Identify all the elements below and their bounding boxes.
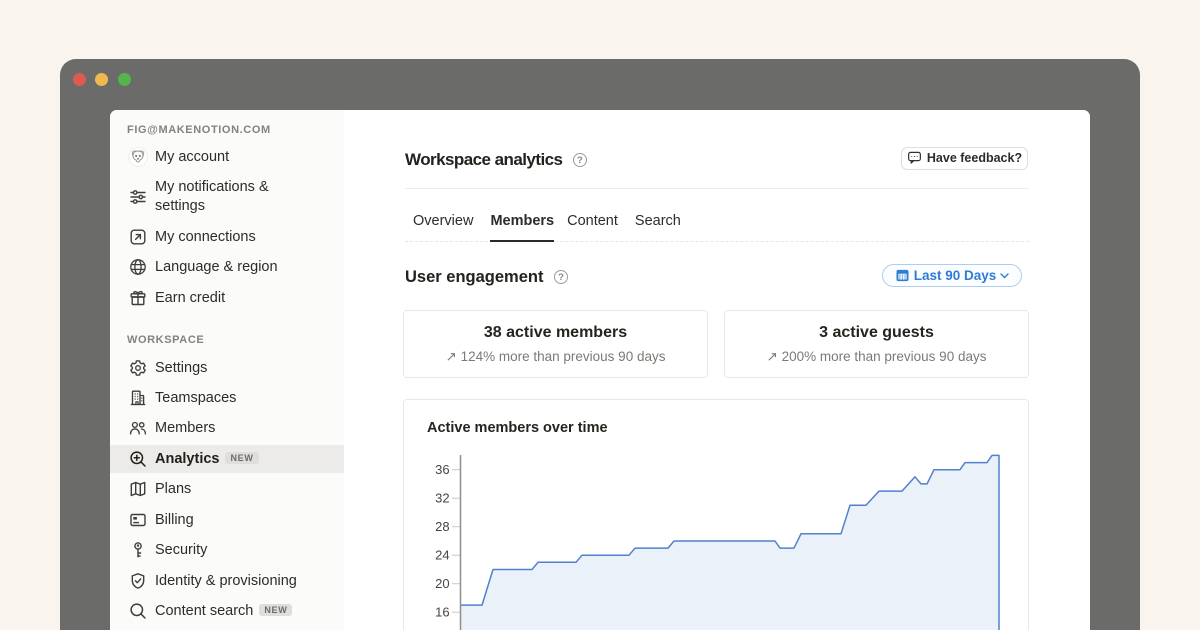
svg-text:28: 28	[435, 519, 449, 534]
svg-text:32: 32	[435, 491, 449, 506]
svg-text:16: 16	[435, 605, 449, 620]
svg-text:36: 36	[435, 462, 449, 477]
svg-text:24: 24	[435, 548, 449, 563]
svg-text:20: 20	[435, 576, 449, 591]
